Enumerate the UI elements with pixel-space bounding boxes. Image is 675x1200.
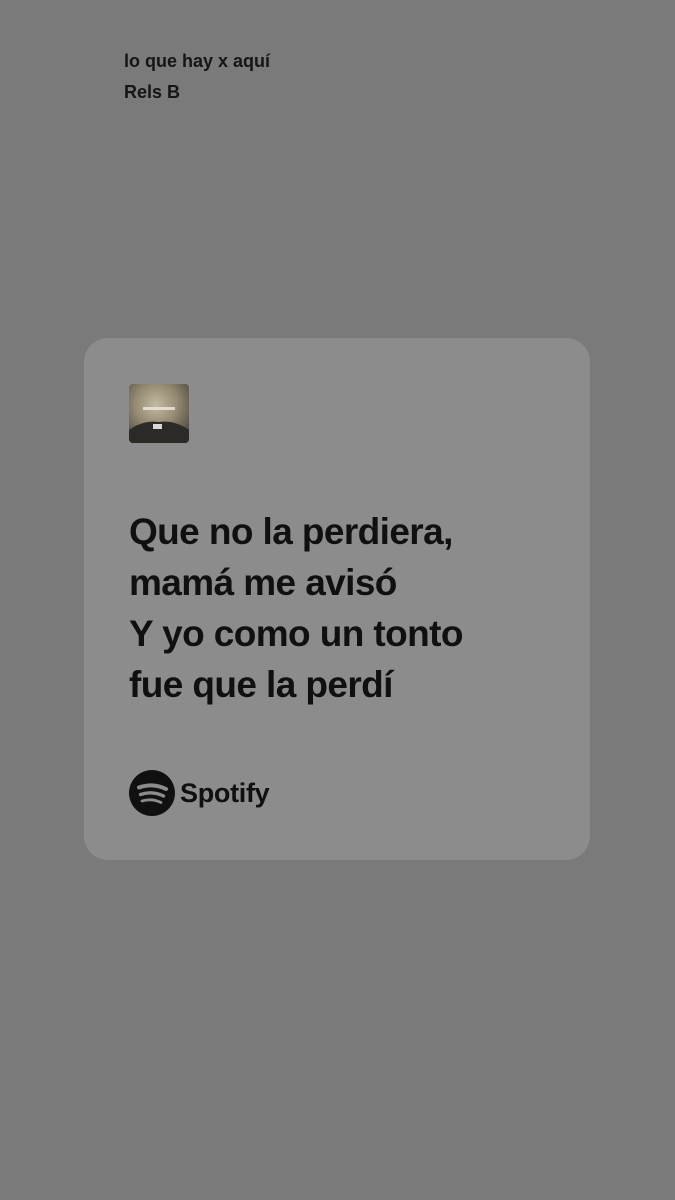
lyric-line: mamá me avisó (129, 562, 397, 603)
album-cover-image (129, 384, 189, 443)
spotify-branding: Spotify (129, 770, 270, 816)
lyric-line: Y yo como un tonto (129, 613, 463, 654)
spotify-wordmark: Spotify (180, 778, 270, 808)
spotify-logo-icon (129, 770, 175, 816)
track-title: lo que hay x aquí (124, 51, 271, 71)
track-artist: Rels B (124, 82, 181, 102)
lyrics-share-card: Que no la perdiera, mamá me avisó Y yo c… (84, 338, 590, 860)
lyrics-block: Que no la perdiera, mamá me avisó Y yo c… (129, 506, 569, 710)
lyric-line: fue que la perdí (129, 664, 393, 705)
lyric-line: Que no la perdiera, (129, 511, 453, 552)
